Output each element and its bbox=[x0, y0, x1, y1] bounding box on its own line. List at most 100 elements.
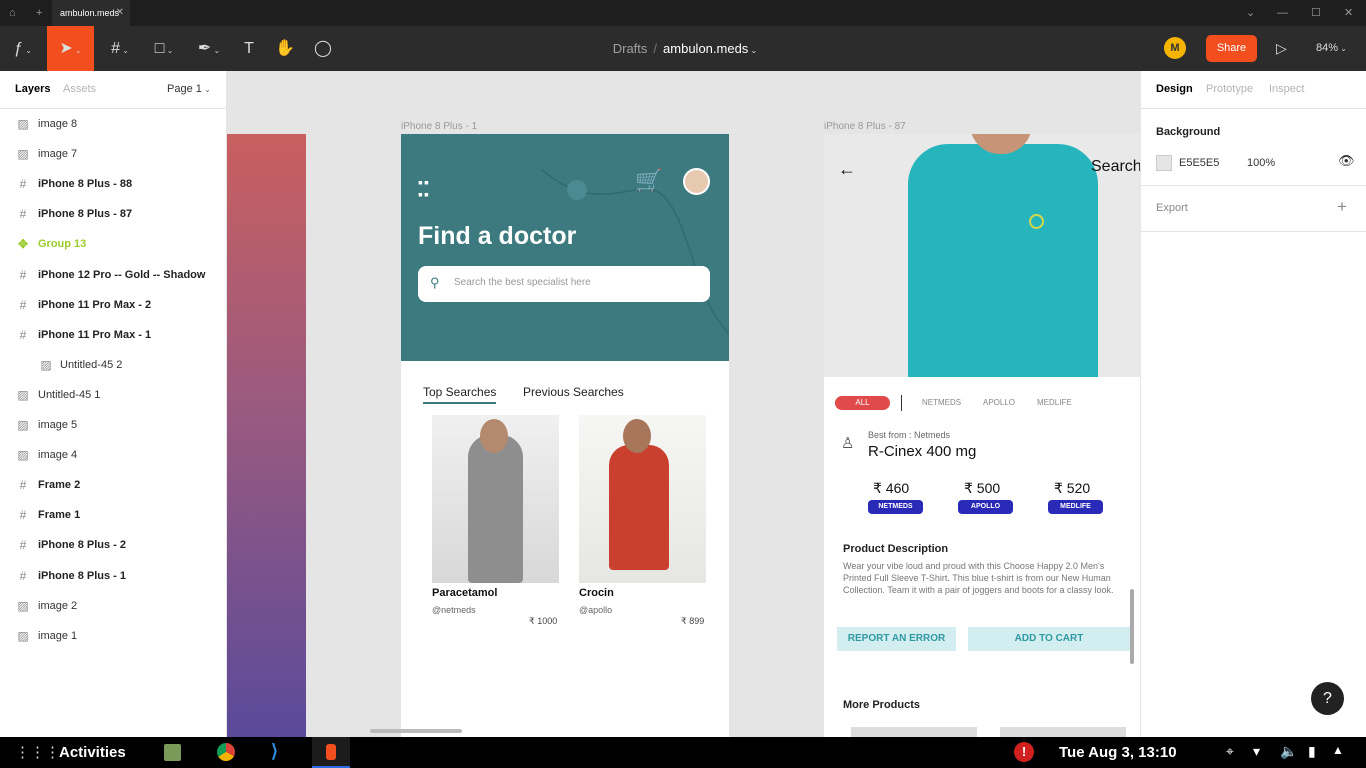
filter-netmeds[interactable]: NETMEDS bbox=[922, 398, 961, 407]
tab-previous-searches[interactable]: Previous Searches bbox=[523, 385, 624, 399]
frame-iphone-8-plus-87[interactable]: ← Search ALL NETMEDS APOLLO MEDLIFE ♙ Be… bbox=[824, 134, 1140, 737]
layer-item[interactable]: # iPhone 12 Pro -- Gold -- Shadow bbox=[0, 260, 226, 290]
clock[interactable]: Tue Aug 3, 13:10 bbox=[1059, 737, 1177, 768]
more-product-thumb[interactable] bbox=[851, 727, 977, 737]
layer-item[interactable]: ▨ image 2 bbox=[0, 591, 226, 621]
add-export-icon[interactable]: + bbox=[1337, 197, 1347, 217]
filter-divider bbox=[901, 395, 902, 411]
shape-tool-button[interactable]: □ ⌄ bbox=[148, 26, 180, 73]
vscode-app-icon[interactable]: ⟩ bbox=[271, 741, 278, 762]
layer-item[interactable]: ▨ image 5 bbox=[0, 410, 226, 440]
close-window-icon[interactable]: ✕ bbox=[1344, 0, 1353, 26]
layer-item[interactable]: # Frame 2 bbox=[0, 470, 226, 500]
move-tool-button[interactable]: ➤ ⌄ bbox=[47, 26, 94, 73]
layer-item[interactable]: # iPhone 8 Plus - 2 bbox=[0, 530, 226, 560]
filter-medlife[interactable]: MEDLIFE bbox=[1037, 398, 1072, 407]
product-image-crocin[interactable] bbox=[579, 415, 706, 583]
frame-tool-button[interactable]: # ⌄ bbox=[104, 26, 136, 73]
present-play-icon[interactable]: ▷ bbox=[1276, 26, 1296, 71]
figma-app-button[interactable] bbox=[312, 737, 350, 768]
pen-tool-button[interactable]: ✒ ⌄ bbox=[193, 26, 225, 73]
layer-item[interactable]: # iPhone 8 Plus - 87 bbox=[0, 199, 226, 229]
model-head bbox=[623, 419, 651, 453]
tab-prototype[interactable]: Prototype bbox=[1206, 71, 1253, 108]
main-menu-button[interactable]: ƒ ⌄ bbox=[6, 26, 40, 73]
volume-icon[interactable]: 🔈 bbox=[1280, 743, 1297, 760]
store-badge-apollo[interactable]: APOLLO bbox=[958, 500, 1013, 514]
filter-all[interactable]: ALL bbox=[835, 396, 890, 410]
layer-item[interactable]: # Frame 1 bbox=[0, 500, 226, 530]
store-badge-netmeds[interactable]: NETMEDS bbox=[868, 500, 923, 514]
breadcrumb-drafts[interactable]: Drafts bbox=[613, 41, 648, 56]
text-tool-button[interactable]: T bbox=[238, 26, 260, 71]
cart-icon[interactable]: 🛒 bbox=[635, 168, 662, 194]
layer-name: iPhone 8 Plus - 2 bbox=[38, 539, 127, 552]
location-icon[interactable]: ⌖ bbox=[1226, 743, 1234, 760]
app-grid-icon[interactable]: ⋮⋮⋮ bbox=[15, 743, 60, 761]
home-icon[interactable]: ⌂ bbox=[9, 0, 16, 26]
tab-assets[interactable]: Assets bbox=[63, 71, 96, 108]
zoom-dropdown[interactable]: 84% ⌄ bbox=[1316, 26, 1347, 71]
frame-iphone-8-plus-1[interactable]: ▪▪ ▪▪ 🛒 Find a doctor ⚲ Search the best s… bbox=[401, 134, 729, 737]
layer-item[interactable]: ▨ image 1 bbox=[0, 621, 226, 651]
avatar[interactable]: M bbox=[1164, 37, 1186, 59]
profile-avatar[interactable] bbox=[683, 168, 710, 195]
layer-item[interactable]: ▨ image 7 bbox=[0, 139, 226, 169]
gradient-frame[interactable] bbox=[227, 134, 306, 737]
layer-item[interactable]: ▨ Untitled-45 1 bbox=[0, 380, 226, 410]
tab-design[interactable]: Design bbox=[1156, 71, 1193, 108]
layer-item[interactable]: ▨ image 8 bbox=[0, 109, 226, 139]
tab-top-searches[interactable]: Top Searches bbox=[423, 385, 497, 404]
filter-apollo[interactable]: APOLLO bbox=[983, 398, 1015, 407]
store-badge-medlife[interactable]: MEDLIFE bbox=[1048, 500, 1103, 514]
doctor-search-box[interactable]: ⚲ Search the best specialist here bbox=[418, 266, 710, 302]
product-handle: @apollo bbox=[579, 605, 613, 615]
battery-icon[interactable]: ▮ bbox=[1308, 743, 1316, 760]
files-app-icon[interactable] bbox=[164, 744, 181, 761]
layer-item[interactable]: ✥ Group 13 bbox=[0, 229, 226, 259]
comment-tool-button[interactable]: ◯ bbox=[312, 26, 334, 71]
new-tab-button[interactable]: + bbox=[36, 0, 42, 26]
chrome-app-icon[interactable] bbox=[217, 743, 235, 761]
activities-button[interactable]: Activities bbox=[59, 737, 126, 768]
layer-name: iPhone 11 Pro Max - 2 bbox=[38, 298, 152, 311]
frame-label-iphone-8-plus-1[interactable]: iPhone 8 Plus - 1 bbox=[401, 121, 477, 132]
layer-item[interactable]: # iPhone 11 Pro Max - 1 bbox=[0, 320, 226, 350]
tab-inspect[interactable]: Inspect bbox=[1269, 71, 1304, 108]
back-arrow-icon[interactable]: ← bbox=[838, 159, 856, 180]
eye-icon[interactable]: 👁 bbox=[1338, 153, 1355, 169]
wifi-icon[interactable]: ▾ bbox=[1253, 743, 1260, 760]
minimize-icon[interactable]: — bbox=[1277, 0, 1288, 26]
menu-grid-icon[interactable]: ▪▪ ▪▪ bbox=[418, 175, 430, 201]
frame-label-iphone-8-plus-87[interactable]: iPhone 8 Plus - 87 bbox=[824, 121, 906, 132]
hand-tool-button[interactable]: ✋ bbox=[274, 26, 296, 71]
layer-item[interactable]: # iPhone 11 Pro Max - 2 bbox=[0, 290, 226, 320]
layer-item[interactable]: ▨ image 4 bbox=[0, 440, 226, 470]
help-button[interactable]: ? bbox=[1311, 682, 1344, 715]
tab-layers[interactable]: Layers bbox=[15, 71, 50, 108]
figma-logo-icon: ƒ bbox=[14, 40, 23, 57]
more-product-thumb[interactable] bbox=[1000, 727, 1126, 737]
layer-item[interactable]: ▨ Untitled-45 2 bbox=[0, 350, 226, 380]
product-image-paracetamol[interactable] bbox=[432, 415, 559, 583]
layer-item[interactable]: # iPhone 8 Plus - 1 bbox=[0, 561, 226, 591]
layer-item[interactable]: # iPhone 8 Plus - 88 bbox=[0, 169, 226, 199]
color-swatch[interactable] bbox=[1156, 155, 1172, 171]
add-to-cart-button[interactable]: ADD TO CART bbox=[968, 627, 1130, 651]
alert-icon[interactable]: ! bbox=[1014, 742, 1034, 762]
share-button[interactable]: Share bbox=[1206, 35, 1257, 62]
chevron-down-icon[interactable]: ⌄ bbox=[748, 46, 758, 55]
horizontal-scrollbar[interactable] bbox=[370, 729, 462, 733]
maximize-icon[interactable]: ☐ bbox=[1311, 0, 1321, 26]
file-name[interactable]: ambulon.meds bbox=[663, 41, 748, 56]
vertical-scrollbar[interactable] bbox=[1130, 589, 1134, 664]
close-tab-icon[interactable]: ✕ bbox=[116, 0, 124, 26]
background-opacity[interactable]: 100% bbox=[1247, 157, 1275, 169]
search-label[interactable]: Search bbox=[1091, 158, 1140, 176]
report-error-button[interactable]: REPORT AN ERROR bbox=[837, 627, 956, 651]
chevron-down-icon[interactable]: ⌄ bbox=[1246, 0, 1255, 26]
background-hex[interactable]: E5E5E5 bbox=[1179, 157, 1219, 169]
system-menu-icon[interactable]: ▲ bbox=[1332, 743, 1344, 757]
file-tab[interactable]: ambulon.meds ✕ bbox=[52, 0, 130, 26]
page-selector[interactable]: Page 1 ⌄ bbox=[167, 71, 211, 108]
